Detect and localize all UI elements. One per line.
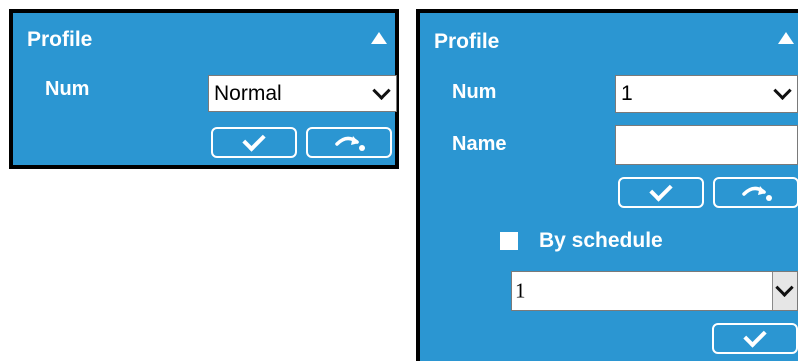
skip-button[interactable] xyxy=(713,177,798,208)
profile-panel-expanded: Profile Num 1 Name By schedule 1 xyxy=(416,9,798,361)
num-label: Num xyxy=(452,81,497,103)
num-select[interactable]: Normal xyxy=(208,75,397,112)
confirm-button[interactable] xyxy=(618,177,704,208)
by-schedule-label: By schedule xyxy=(539,229,663,252)
checkmark-icon xyxy=(743,324,767,348)
by-schedule-checkbox[interactable] xyxy=(500,232,518,250)
checkmark-icon xyxy=(242,128,266,152)
confirm-button[interactable] xyxy=(211,127,297,158)
chevron-down-icon xyxy=(372,81,391,100)
triangle-up-icon[interactable] xyxy=(778,32,794,44)
num-select[interactable]: 1 xyxy=(615,75,798,113)
checkmark-icon xyxy=(649,178,673,202)
triangle-up-icon[interactable] xyxy=(371,32,387,44)
num-select-value: Normal xyxy=(214,81,282,105)
chevron-down-icon xyxy=(773,81,792,100)
skip-arrow-icon xyxy=(742,185,772,201)
name-label: Name xyxy=(452,133,507,155)
schedule-select[interactable]: 1 xyxy=(511,271,798,311)
name-input[interactable] xyxy=(615,125,798,165)
profile-panel-compact: Profile Num Normal xyxy=(9,9,399,169)
num-label: Num xyxy=(45,78,90,100)
skip-arrow-icon xyxy=(335,135,365,151)
num-select-value: 1 xyxy=(621,82,633,105)
skip-button[interactable] xyxy=(306,127,392,158)
schedule-select-value: 1 xyxy=(515,278,526,303)
schedule-dropdown-button[interactable] xyxy=(772,272,797,310)
panel-title: Profile xyxy=(434,30,500,53)
panel-title: Profile xyxy=(27,28,93,51)
chevron-down-icon xyxy=(775,278,794,297)
schedule-confirm-button[interactable] xyxy=(712,323,798,354)
